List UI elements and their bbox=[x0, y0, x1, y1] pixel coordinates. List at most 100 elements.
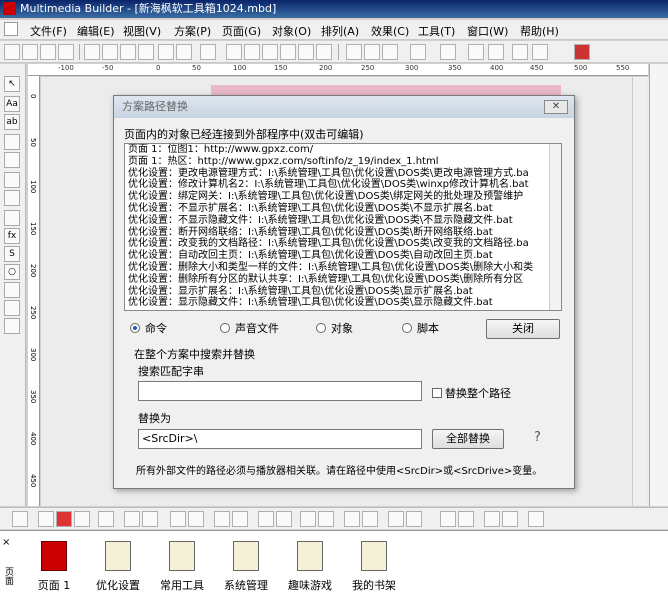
circle-tool-icon[interactable]: ○ bbox=[4, 264, 20, 280]
close-icon[interactable] bbox=[98, 511, 114, 527]
undo-icon[interactable] bbox=[158, 44, 174, 60]
script-icon[interactable] bbox=[512, 44, 528, 60]
zoom-out-icon[interactable] bbox=[316, 44, 332, 60]
image-tool-icon[interactable] bbox=[4, 134, 20, 150]
radio-object[interactable]: 对象 bbox=[316, 320, 353, 336]
pointer-icon[interactable] bbox=[440, 44, 456, 60]
page-list-icon[interactable] bbox=[74, 511, 90, 527]
redo-icon[interactable] bbox=[176, 44, 192, 60]
same-height-icon[interactable] bbox=[318, 511, 334, 527]
radio-dot[interactable] bbox=[316, 323, 326, 333]
dialog-close-icon[interactable]: ✕ bbox=[544, 100, 568, 114]
new-page-icon[interactable] bbox=[22, 44, 38, 60]
list-item[interactable]: 优化设置：修改计算机名2：I:\系统管理\工具包\优化设置\DOS类\winxp… bbox=[125, 179, 561, 191]
frame-tool-icon[interactable] bbox=[4, 152, 20, 168]
move-icon[interactable] bbox=[280, 44, 296, 60]
center-page-icon[interactable] bbox=[458, 511, 474, 527]
table-tool-icon[interactable] bbox=[4, 210, 20, 226]
space-v-icon[interactable] bbox=[406, 511, 422, 527]
bring-front-icon[interactable] bbox=[344, 511, 360, 527]
arrow-left-icon[interactable] bbox=[124, 511, 140, 527]
close-button[interactable]: 关闭 bbox=[486, 319, 560, 339]
panel-close-icon[interactable]: × bbox=[2, 537, 10, 548]
list-item[interactable]: 优化设置：不显示扩展名：I:\系统管理\工具包\优化设置\DOS类\不显示扩展名… bbox=[125, 203, 561, 215]
list-item[interactable]: 页面 1：位图1：http://www.gpxz.com/ bbox=[125, 144, 561, 156]
page-thumb[interactable]: 优化设置 bbox=[88, 541, 148, 593]
radio-dot[interactable] bbox=[402, 323, 412, 333]
list-item[interactable]: 页面 1：热区：http://www.gpxz.com/softinfo/z_1… bbox=[125, 156, 561, 168]
paste-icon[interactable] bbox=[120, 44, 136, 60]
menu-page[interactable]: 页面(G) bbox=[222, 23, 261, 39]
script-tool-icon[interactable]: S bbox=[4, 246, 20, 262]
resize-icon[interactable] bbox=[484, 511, 500, 527]
vertical-scrollbar[interactable] bbox=[632, 77, 646, 506]
list-item[interactable]: 优化设置：显示扩展名：I:\系统管理\工具包\优化设置\DOS类\显示扩展名.b… bbox=[125, 286, 561, 298]
page-thumb[interactable]: 趣味游戏 bbox=[280, 541, 340, 593]
flip-horizontal-icon[interactable] bbox=[170, 511, 186, 527]
list-item[interactable]: 优化设置：删除所有分区的默认共享：I:\系统管理\工具包\优化设置\DOS类\删… bbox=[125, 274, 561, 286]
list-item[interactable]: 优化设置：绑定网关：I:\系统管理\工具包\优化设置\DOS类\绑定网关的批处理… bbox=[125, 191, 561, 203]
preview-icon[interactable] bbox=[200, 44, 216, 60]
page-thumb[interactable]: 我的书架 bbox=[344, 541, 404, 593]
function-tool-icon[interactable]: fx bbox=[4, 228, 20, 244]
link-icon[interactable] bbox=[488, 44, 504, 60]
document-icon[interactable] bbox=[4, 22, 18, 36]
paragraph-tool-icon[interactable]: ab bbox=[4, 114, 20, 130]
copy-icon[interactable] bbox=[102, 44, 118, 60]
radio-command[interactable]: 命令 bbox=[130, 320, 167, 336]
flip-vertical-icon[interactable] bbox=[188, 511, 204, 527]
align-center-icon[interactable] bbox=[232, 511, 248, 527]
resize-v-icon[interactable] bbox=[502, 511, 518, 527]
panel-side-tab[interactable]: 页面 bbox=[2, 567, 15, 585]
menu-file[interactable]: 文件(F) bbox=[30, 23, 67, 39]
light-icon[interactable] bbox=[468, 44, 484, 60]
list-scrollbar[interactable] bbox=[549, 144, 561, 310]
replace-input[interactable]: <SrcDir>\ bbox=[138, 429, 422, 449]
page-icon[interactable] bbox=[12, 511, 28, 527]
hotspot-tool-icon[interactable] bbox=[4, 318, 20, 334]
menu-project[interactable]: 方案(P) bbox=[174, 23, 211, 39]
rectangle-tool-icon[interactable] bbox=[4, 172, 20, 188]
open-folder-icon[interactable] bbox=[40, 44, 56, 60]
menu-arrange[interactable]: 排列(A) bbox=[321, 23, 359, 39]
search-input[interactable] bbox=[138, 381, 422, 401]
export-icon[interactable] bbox=[532, 44, 548, 60]
page-view-icon[interactable] bbox=[244, 44, 260, 60]
space-h-icon[interactable] bbox=[388, 511, 404, 527]
distribute-icon[interactable] bbox=[258, 511, 274, 527]
radio-sound[interactable]: 声音文件 bbox=[220, 320, 279, 336]
compile-icon[interactable] bbox=[574, 44, 590, 60]
select-tool-icon[interactable]: ↖ bbox=[4, 76, 20, 92]
align-icon[interactable] bbox=[346, 44, 362, 60]
radio-dot[interactable] bbox=[130, 323, 140, 333]
zoom-icon[interactable] bbox=[262, 44, 278, 60]
menu-help[interactable]: 帮助(H) bbox=[520, 23, 559, 39]
arrow-right-icon[interactable] bbox=[142, 511, 158, 527]
text-tool-icon[interactable]: Aa bbox=[4, 96, 20, 112]
selection-rect-icon[interactable] bbox=[4, 190, 20, 206]
group-icon[interactable] bbox=[382, 44, 398, 60]
zoom-in-icon[interactable] bbox=[298, 44, 314, 60]
list-item[interactable]: 优化设置：断开网络联络：I:\系统管理\工具包\优化设置\DOS类\断开网络联络… bbox=[125, 227, 561, 239]
help-icon[interactable]: ? bbox=[534, 430, 541, 445]
radio-script[interactable]: 脚本 bbox=[402, 320, 439, 336]
same-width-icon[interactable] bbox=[300, 511, 316, 527]
send-back-icon[interactable] bbox=[362, 511, 378, 527]
list-item[interactable]: 优化设置：显示隐藏文件：I:\系统管理\工具包\优化设置\DOS类\显示隐藏文件… bbox=[125, 297, 561, 309]
pen-tool-icon[interactable] bbox=[4, 300, 20, 316]
master-page-icon[interactable] bbox=[56, 511, 72, 527]
page-thumb[interactable]: 系统管理 bbox=[216, 541, 276, 593]
flip-icon[interactable] bbox=[364, 44, 380, 60]
checkbox-box[interactable] bbox=[432, 388, 442, 398]
record-icon[interactable] bbox=[410, 44, 426, 60]
save-icon[interactable] bbox=[58, 44, 74, 60]
page-thumb[interactable]: 常用工具 bbox=[152, 541, 212, 593]
menu-edit[interactable]: 编辑(E) bbox=[77, 23, 115, 39]
table-icon[interactable] bbox=[528, 511, 544, 527]
menu-effect[interactable]: 效果(C) bbox=[371, 23, 409, 39]
external-links-list[interactable]: 页面 1：位图1：http://www.gpxz.com/ 页面 1：热区：ht… bbox=[124, 143, 562, 311]
list-item[interactable]: 优化设置：不显示隐藏文件：I:\系统管理\工具包\优化设置\DOS类\不显示隐藏… bbox=[125, 215, 561, 227]
list-item[interactable]: 优化设置：自动改回主页：I:\系统管理\工具包\优化设置\DOS类\自动改回主页… bbox=[125, 250, 561, 262]
align-left-icon[interactable] bbox=[214, 511, 230, 527]
list-item[interactable]: 优化设置：改变我的文档路径：I:\系统管理\工具包\优化设置\DOS类\改变我的… bbox=[125, 238, 561, 250]
